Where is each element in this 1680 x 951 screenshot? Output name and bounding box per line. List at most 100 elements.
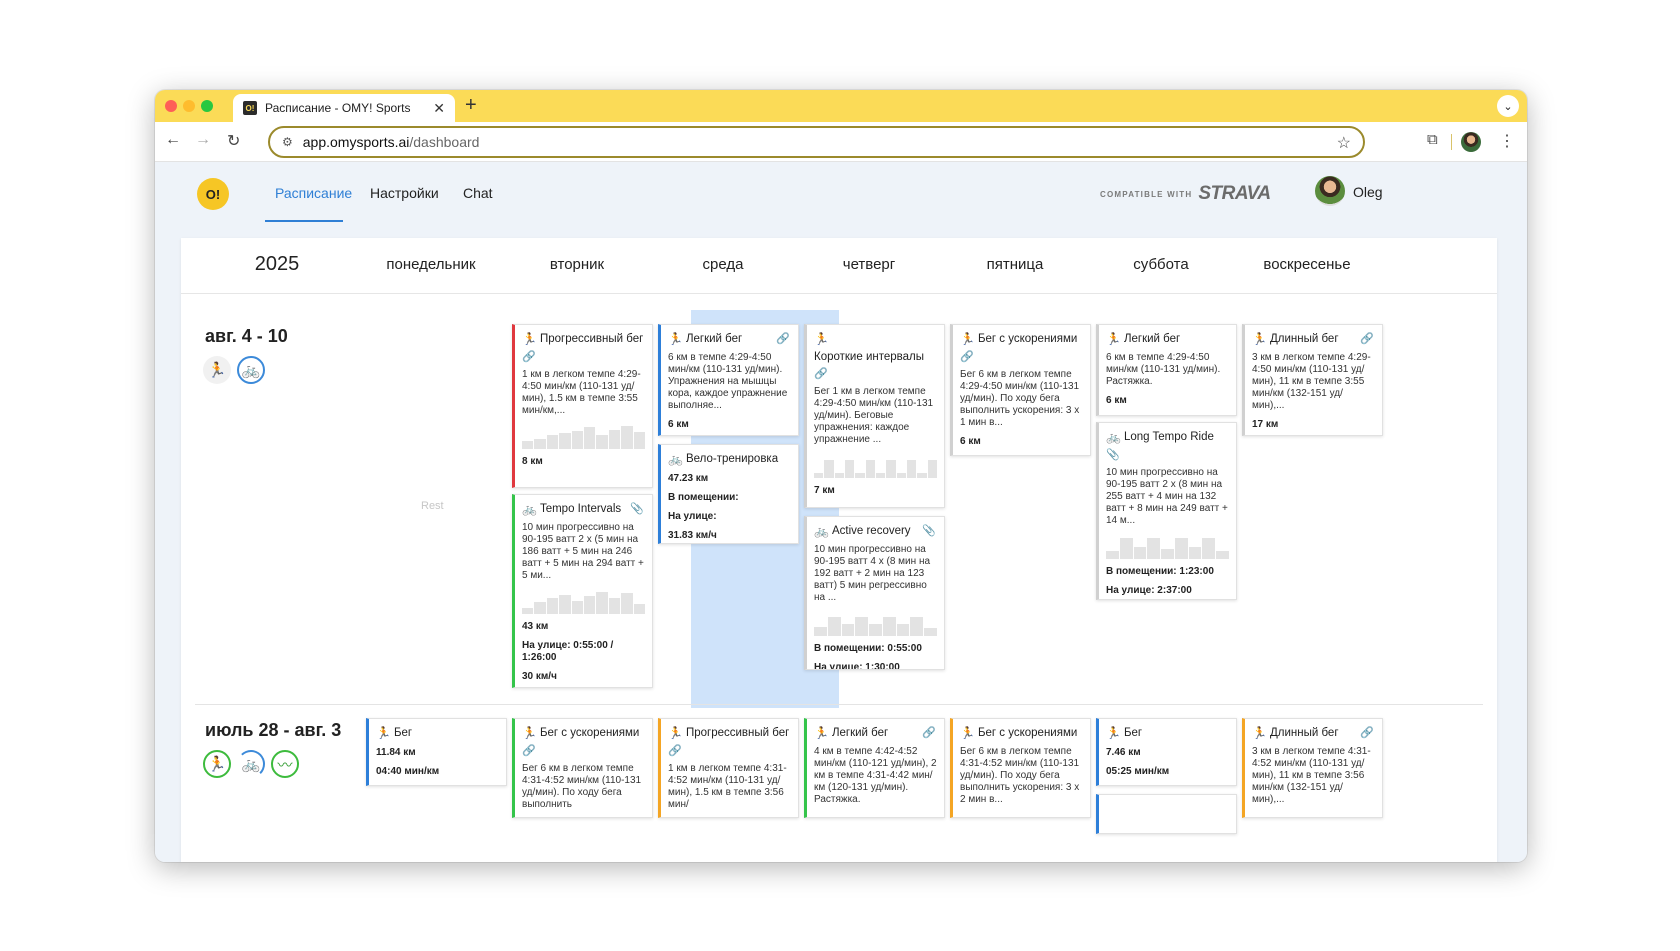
nav-tab-settings[interactable]: Настройки	[370, 185, 439, 201]
workout-title: Легкий бег	[831, 727, 889, 739]
workout-title: Прогрессивный бег	[539, 333, 644, 345]
user-avatar[interactable]	[1315, 176, 1345, 206]
workout-card[interactable]: 🏃 Длинный бег 🔗 3 км в легком темпе 4:31-…	[1242, 718, 1383, 818]
strava-badge: COMPATIBLE WITH STRAVA	[1100, 183, 1271, 205]
workout-card[interactable]: 🏃 Длинный бег 🔗 3 км в легком темпе 4:29-…	[1242, 324, 1383, 436]
back-icon[interactable]: ←	[165, 131, 181, 149]
workout-card[interactable]: 🏃 Бег 7.46 км 05:25 мин/км	[1096, 718, 1237, 786]
workout-description: Бег 6 км в легком темпе 4:29-4:50 мин/км…	[960, 369, 1080, 428]
workout-title: Бег	[393, 727, 413, 739]
address-bar[interactable]: ⚙ app.omysports.ai/dashboard ☆	[268, 126, 1365, 158]
active-tab-underline	[265, 220, 343, 222]
tab-search-icon[interactable]: ⌄	[1497, 95, 1519, 117]
url-host: app.omysports.ai	[302, 134, 410, 150]
workout-description: 10 мин прогрессивно на 90-195 ватт 2 x (…	[522, 522, 644, 581]
workout-profile-chart	[522, 423, 646, 449]
workout-profile-chart	[814, 452, 937, 478]
workout-card[interactable]: 🏃 Бег 11.84 км 04:40 мин/км	[366, 718, 507, 786]
day-header-sat: суббота	[1133, 256, 1189, 273]
workout-title: Легкий бег	[1123, 333, 1181, 345]
app-area: O! Расписание Настройки Chat COMPATIBLE …	[155, 162, 1527, 862]
workout-card[interactable]: 🏃 Короткие интервалы 🔗 Бег 1 км в легком…	[804, 324, 945, 508]
minimize-window-button[interactable]	[183, 100, 195, 112]
new-tab-icon[interactable]: +	[465, 94, 477, 117]
workout-card[interactable]: 🚲 Вело-тренировка 47.23 км В помещении: Н…	[658, 444, 799, 544]
omy-logo[interactable]: O!	[197, 178, 229, 210]
runner-icon: 🏃	[1106, 332, 1121, 346]
workout-title: Прогрессивный бег	[685, 727, 790, 739]
workout-indoor-time: В помещении: 0:55:00	[814, 643, 922, 654]
nav-tab-schedule[interactable]: Расписание	[275, 185, 352, 201]
bookmark-star-icon[interactable]: ☆	[1337, 133, 1351, 153]
workout-title: Бег с ускорениями	[539, 727, 640, 739]
workout-indoor-time: В помещении: 1:23:00	[1106, 566, 1214, 577]
user-name[interactable]: Oleg	[1353, 184, 1383, 200]
workout-card[interactable]: 🚲 Long Tempo Ride 📎 10 мин прогрессивно н…	[1096, 422, 1237, 600]
browser-tab[interactable]: O! Расписание - OMY! Sports ✕	[233, 94, 455, 122]
favicon-icon: O!	[243, 101, 257, 115]
workout-distance: 7 км	[814, 485, 835, 496]
link-icon[interactable]: 🔗	[668, 744, 791, 757]
workout-description: 3 км в легком темпе 4:31-4:52 мин/км (11…	[1252, 746, 1371, 805]
profile-avatar[interactable]	[1461, 132, 1481, 152]
day-header-thu: четверг	[842, 256, 896, 273]
zoom-window-button[interactable]	[201, 100, 213, 112]
runner-icon: 🏃	[668, 726, 683, 740]
workout-title: Tempo Intervals	[539, 503, 622, 515]
workout-profile-chart	[522, 588, 646, 614]
week-label: авг. 4 - 10	[205, 326, 288, 346]
bike-icon: 🚲	[1106, 430, 1121, 444]
link-icon[interactable]: 🔗	[522, 744, 645, 757]
link-icon[interactable]: 🔗	[922, 726, 936, 739]
link-icon[interactable]: 🔗	[960, 350, 1083, 363]
paperclip-icon[interactable]: 📎	[630, 502, 644, 515]
forward-icon[interactable]: →	[195, 131, 211, 149]
menu-kebab-icon[interactable]: ⋮	[1499, 131, 1515, 151]
workout-card[interactable]: 🏃 Прогрессивный бег 🔗 1 км в легком темпе…	[512, 324, 653, 488]
rest-day-label: Rest	[421, 500, 444, 512]
runner-icon: 🏃	[960, 726, 975, 740]
workout-description: Бег 6 км в легком темпе 4:31-4:52 мин/км…	[522, 763, 642, 810]
close-window-button[interactable]	[165, 100, 177, 112]
workout-distance: 8 км	[522, 456, 543, 467]
workout-title: Легкий бег	[685, 333, 743, 345]
workout-card[interactable]: 🏃 Бег с ускорениями 🔗 Бег 6 км в легком т…	[950, 324, 1091, 456]
bike-icon[interactable]: 🚲	[237, 356, 265, 384]
link-icon[interactable]: 🔗	[522, 350, 645, 363]
workout-card[interactable]: 🏃 Прогрессивный бег 🔗 1 км в легком темпе…	[658, 718, 799, 818]
workout-pace: 05:25 мин/км	[1106, 766, 1170, 777]
workout-title: Бег с ускорениями	[977, 333, 1078, 345]
link-icon[interactable]: 🔗	[1360, 332, 1374, 345]
day-header-tue: вторник	[549, 256, 605, 273]
workout-card[interactable]	[1096, 794, 1237, 834]
workout-card[interactable]: 🏃 Бег с ускорениями 🔗 Бег 6 км в легком т…	[512, 718, 653, 818]
paperclip-icon[interactable]: 📎	[1106, 448, 1229, 461]
workout-card[interactable]: 🚲 Tempo Intervals 📎 10 мин прогрессивно н…	[512, 494, 653, 688]
workout-description: 3 км в легком темпе 4:29-4:50 мин/км (11…	[1252, 352, 1371, 411]
workout-distance: 6 км	[1106, 395, 1127, 406]
workout-card[interactable]: 🏃 Легкий бег 🔗 4 км в темпе 4:42-4:52 мин…	[804, 718, 945, 818]
calendar-header: 2025 понедельник вторник среда четверг п…	[181, 238, 1497, 294]
runner-icon[interactable]: 🏃	[203, 356, 231, 384]
link-icon[interactable]: 🔗	[1360, 726, 1374, 739]
reload-icon[interactable]: ↻	[227, 131, 240, 151]
workout-distance: 6 км	[960, 436, 981, 447]
link-icon[interactable]: 🔗	[776, 332, 790, 345]
workout-card[interactable]: 🚲 Active recovery 📎 10 мин прогрессивно н…	[804, 516, 945, 670]
extensions-icon[interactable]: ⧉	[1427, 131, 1438, 148]
workout-card[interactable]: 🏃 Легкий бег 6 км в темпе 4:29-4:50 мин/к…	[1096, 324, 1237, 416]
link-icon[interactable]: 🔗	[814, 367, 937, 380]
paperclip-icon[interactable]: 📎	[922, 524, 936, 537]
bike-icon[interactable]: 🚲	[237, 750, 265, 778]
nav-tab-chat[interactable]: Chat	[463, 185, 493, 201]
close-tab-icon[interactable]: ✕	[433, 100, 445, 117]
browser-toolbar: ← → ↻ ⚙ app.omysports.ai/dashboard ☆ ⧉ ⋮	[155, 122, 1527, 162]
swim-icon[interactable]: 〰	[271, 750, 299, 778]
workout-card[interactable]: 🏃 Бег с ускорениями Бег 6 км в легком тем…	[950, 718, 1091, 818]
toolbar-divider	[1451, 134, 1452, 150]
workout-card[interactable]: 🏃 Легкий бег 🔗 6 км в темпе 4:29-4:50 мин…	[658, 324, 799, 436]
day-header-mon: понедельник	[386, 256, 476, 273]
site-settings-icon[interactable]: ⚙	[282, 135, 293, 149]
runner-icon[interactable]: 🏃	[203, 750, 231, 778]
workout-indoor-time: В помещении:	[668, 492, 739, 503]
